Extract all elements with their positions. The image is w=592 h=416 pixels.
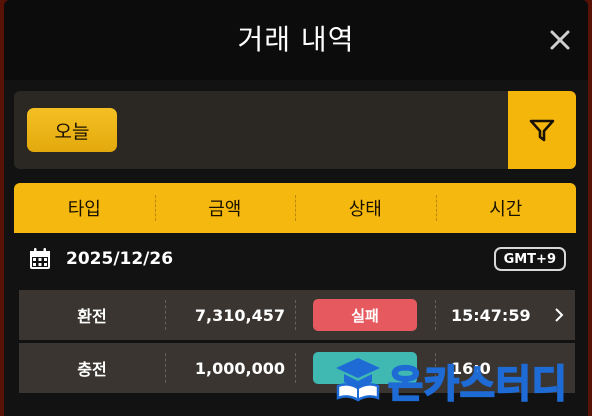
row-time: 15:47:59 xyxy=(435,290,543,340)
row-amount: 7,310,457 xyxy=(165,290,295,340)
transaction-history-modal: 거래 내역 오늘 타입 금액 상태 시간 2025/12/26 GMT+9 환전… xyxy=(4,0,588,416)
column-header-status: 상태 xyxy=(295,183,436,233)
calendar-icon xyxy=(30,248,50,269)
close-button[interactable] xyxy=(546,26,574,54)
filter-button[interactable] xyxy=(508,91,576,169)
row-time: 16:0 xyxy=(435,343,543,393)
row-amount: 1,000,000 xyxy=(165,343,295,393)
column-header-amount: 금액 xyxy=(154,183,296,233)
row-status-cell: 실패 xyxy=(295,290,435,340)
date-group-header: 2025/12/26 GMT+9 xyxy=(14,238,576,282)
row-status-cell xyxy=(295,343,435,393)
table-header: 타입 금액 상태 시간 xyxy=(14,183,576,233)
row-type: 충전 xyxy=(77,360,107,379)
column-header-time: 시간 xyxy=(435,183,577,233)
close-icon xyxy=(550,30,570,50)
transaction-list: 환전 7,310,457 실패 15:47:59 충전 1,000,000 16… xyxy=(19,290,575,396)
status-badge xyxy=(313,352,417,384)
modal-header: 거래 내역 xyxy=(4,0,588,80)
timezone-badge: GMT+9 xyxy=(493,247,566,271)
status-badge: 실패 xyxy=(313,299,417,331)
chevron-right-icon[interactable] xyxy=(543,290,575,340)
today-button[interactable]: 오늘 xyxy=(27,108,117,152)
row-arrow-slot xyxy=(543,343,575,393)
table-row[interactable]: 충전 1,000,000 16:0 xyxy=(19,343,575,393)
row-type: 환전 xyxy=(77,307,107,326)
group-date: 2025/12/26 xyxy=(66,249,174,269)
table-row[interactable]: 환전 7,310,457 실패 15:47:59 xyxy=(19,290,575,340)
filter-bar: 오늘 xyxy=(14,91,576,169)
funnel-icon xyxy=(529,119,555,142)
column-header-type: 타입 xyxy=(67,199,101,220)
modal-title: 거래 내역 xyxy=(237,23,355,56)
